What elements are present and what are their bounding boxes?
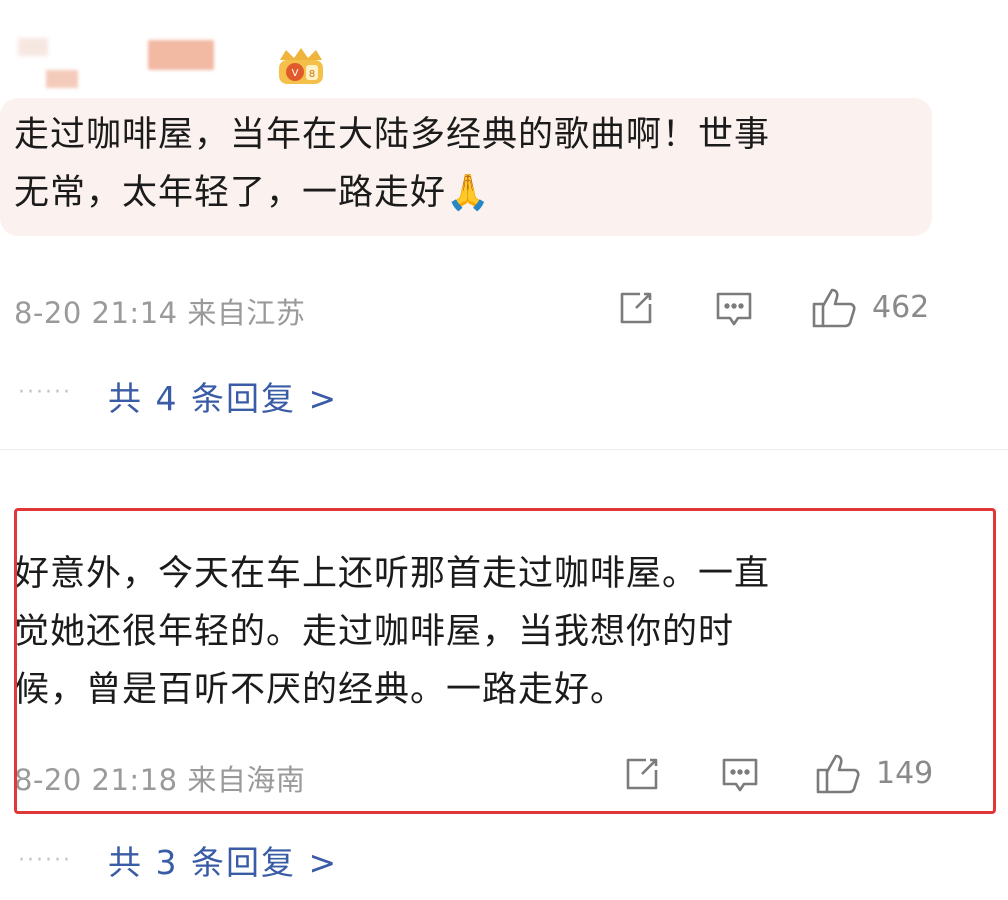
reply-dots: ······ [18, 380, 72, 405]
vip-badge-icon: V 8 [272, 46, 330, 88]
comment-icon[interactable] [712, 286, 756, 330]
reply-dots: ······ [18, 848, 72, 873]
view-replies-link[interactable]: 共 3 条回复 > [108, 836, 338, 884]
svg-text:V: V [292, 68, 299, 79]
comment-line: 无常，太年轻了，一路走好🙏 [14, 173, 491, 213]
like-icon[interactable] [810, 284, 858, 332]
highlight-box [14, 508, 996, 814]
view-replies-link[interactable]: 共 4 条回复 > [108, 372, 338, 420]
blurred-user-detail [46, 70, 78, 88]
comment-line: 走过咖啡屋，当年在大陆多经典的歌曲啊！世事 [14, 115, 771, 155]
like-count: 462 [872, 290, 930, 325]
comment-text: 走过咖啡屋，当年在大陆多经典的歌曲啊！世事 无常，太年轻了，一路走好🙏 [14, 106, 939, 222]
comment-meta: 8-20 21:14 来自江苏 [14, 296, 306, 330]
blurred-avatar[interactable] [18, 38, 48, 56]
svg-text:8: 8 [309, 69, 315, 80]
divider [0, 449, 1008, 450]
blurred-username[interactable] [148, 40, 214, 70]
share-icon[interactable] [614, 286, 658, 330]
